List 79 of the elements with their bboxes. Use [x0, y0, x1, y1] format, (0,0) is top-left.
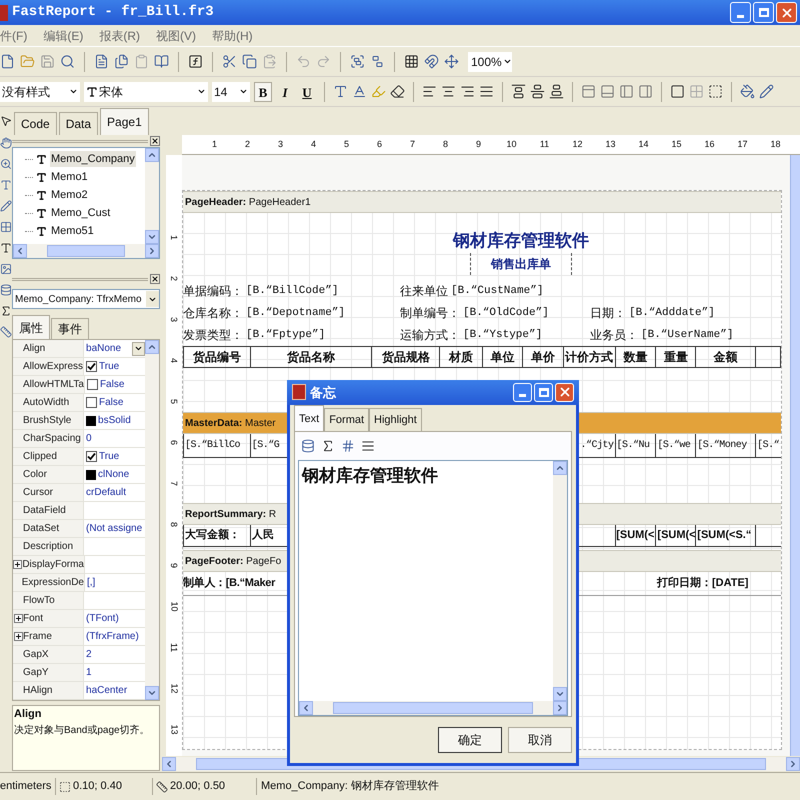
ruler-number: 6	[170, 440, 178, 445]
property-value: (TfrxFrame)	[86, 630, 139, 644]
property-value: [,]	[87, 576, 96, 590]
ruler-number: 9	[170, 563, 178, 568]
ruler-number: 5	[170, 399, 178, 404]
property-name: AutoWidth	[23, 396, 70, 410]
ruler-number: 5	[344, 140, 349, 149]
property-value: baNone	[86, 342, 122, 356]
status-text: 20.00; 0.50	[170, 779, 226, 794]
property-name: BrushStyle	[23, 414, 72, 428]
ruler-number: 2	[170, 276, 178, 281]
ruler-number: 12	[170, 684, 178, 694]
status-text: 0.10; 0.40	[73, 779, 122, 794]
property-value: clNone	[98, 468, 130, 482]
property-value: False	[99, 396, 124, 410]
band-title: ReportSummary: R	[185, 508, 276, 522]
description-text: 决定对象与Band或page切齐。	[14, 724, 151, 738]
ruler-number: 1	[212, 140, 217, 149]
property-value: 2	[86, 648, 92, 662]
ruler-number: 8	[170, 522, 178, 527]
property-value: haCenter	[86, 684, 128, 698]
status-text: Memo_Company: 钢材库存管理软件	[260, 778, 439, 794]
status-text: entimeters	[0, 778, 56, 795]
property-name: FlowTo	[23, 594, 55, 608]
property-name: Font	[23, 612, 44, 626]
property-value: (Not assigne	[86, 522, 142, 536]
ruler-number: 13	[170, 724, 178, 734]
property-name: Cursor	[23, 486, 54, 500]
ruler-number: 4	[310, 140, 316, 149]
ruler-number: 7	[410, 140, 415, 149]
dialog-title: 备忘	[310, 384, 336, 402]
property-name: Description	[23, 540, 74, 554]
ruler-number: 1	[170, 235, 178, 240]
property-name: DataField	[23, 504, 66, 518]
property-value: 0	[86, 432, 92, 446]
ruler-number: 7	[170, 481, 178, 486]
ruler-number: 15	[671, 140, 682, 149]
property-value: True	[99, 450, 120, 464]
property-name: CharSpacing	[23, 432, 81, 446]
property-name: HAlign	[23, 684, 52, 698]
window-title: FastReport - fr_Bill.fr3	[12, 3, 214, 22]
ruler-number: 14	[638, 140, 648, 149]
ruler-number: 17	[737, 140, 748, 149]
property-value: True	[99, 360, 120, 374]
property-value: bsSolid	[98, 414, 131, 428]
ruler-number: 16	[704, 140, 714, 149]
property-name: DataSet	[23, 522, 60, 536]
property-name: Color	[23, 468, 47, 482]
ruler-number: 3	[170, 317, 178, 322]
property-value: (TFont)	[86, 612, 119, 626]
property-name: DisplayForma	[22, 558, 84, 572]
band-title: MasterData: Master	[185, 416, 276, 430]
property-name: Align	[23, 342, 46, 356]
property-value: 1	[86, 666, 92, 680]
ruler-number: 3	[278, 140, 283, 149]
ruler-number: 2	[244, 140, 250, 149]
property-name: ExpressionDe	[22, 576, 84, 590]
band-title: PageHeader: PageHeader1	[185, 196, 311, 210]
band-title: PageFooter: PageFo	[185, 554, 282, 568]
property-name: GapY	[23, 666, 49, 680]
ruler-number: 12	[572, 140, 582, 149]
property-name: Frame	[23, 630, 52, 644]
property-value: False	[100, 378, 124, 392]
ruler-number: 11	[170, 642, 178, 652]
property-name: AllowHTMLTa	[23, 378, 84, 392]
property-name: GapX	[23, 648, 49, 662]
ruler-number: 6	[376, 140, 382, 149]
ruler-number: 9	[476, 140, 481, 149]
property-name: Clipped	[23, 450, 57, 464]
ruler-number: 4	[170, 358, 178, 363]
ruler-number: 8	[442, 140, 448, 149]
ruler-number: 10	[506, 140, 516, 149]
ruler-number: 18	[770, 140, 780, 149]
property-name: AllowExpress	[23, 360, 84, 374]
property-value: crDefault	[86, 486, 126, 500]
ruler-number: 11	[540, 140, 550, 149]
ruler-number: 13	[605, 140, 616, 149]
description-title: Align	[14, 707, 42, 722]
ruler-number: 10	[170, 602, 178, 612]
